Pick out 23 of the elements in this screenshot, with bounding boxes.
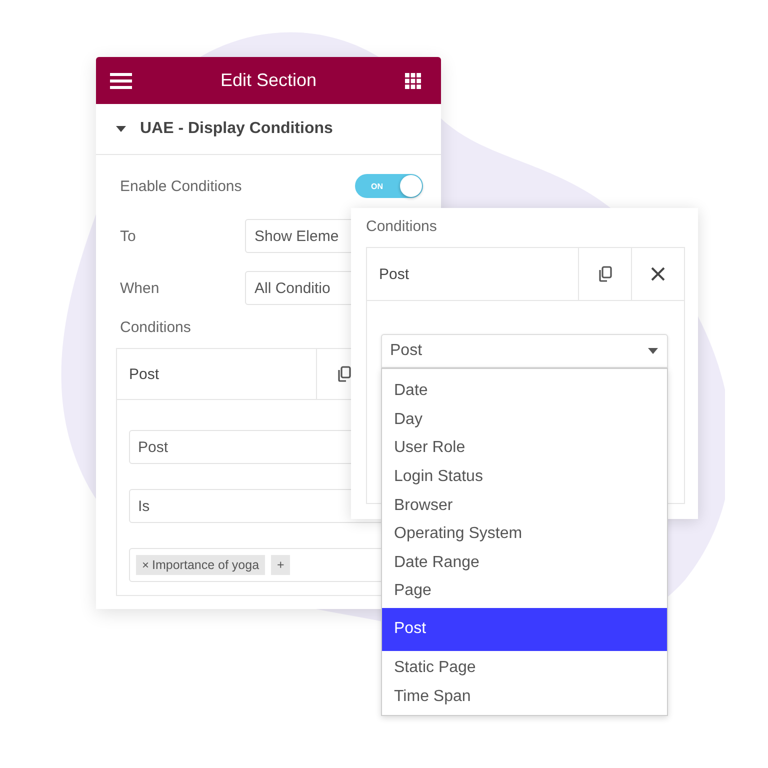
- copy-icon[interactable]: [337, 366, 351, 382]
- dropdown-option[interactable]: Post: [382, 608, 667, 651]
- caret-icon: [116, 126, 126, 132]
- add-button[interactable]: +: [271, 555, 290, 575]
- section-label: Conditions: [120, 319, 192, 336]
- dropdown-option[interactable]: Time Span: [382, 682, 667, 711]
- close-icon[interactable]: [651, 267, 665, 281]
- field-label: When: [120, 280, 160, 296]
- dropdown-option[interactable]: Static Page: [382, 654, 667, 682]
- remove-button[interactable]: ×: [142, 558, 150, 572]
- field-label: Enable Conditions: [120, 178, 242, 194]
- grid-icon[interactable]: [405, 72, 421, 88]
- tag-label: Importance of yoga: [152, 558, 260, 572]
- section-toggle[interactable]: UAE - Display Conditions: [96, 104, 441, 155]
- copy-icon[interactable]: [598, 266, 612, 282]
- repeater-title[interactable]: Post: [117, 366, 316, 382]
- select-field[interactable]: Post: [381, 334, 668, 368]
- panel-title: Edit Section: [219, 70, 318, 91]
- field-label: To: [120, 228, 137, 244]
- dropdown-option[interactable]: Login Status: [382, 462, 667, 492]
- caret-icon: [648, 348, 658, 354]
- menu-icon[interactable]: [110, 72, 132, 90]
- dropdown-option[interactable]: Date: [382, 377, 667, 406]
